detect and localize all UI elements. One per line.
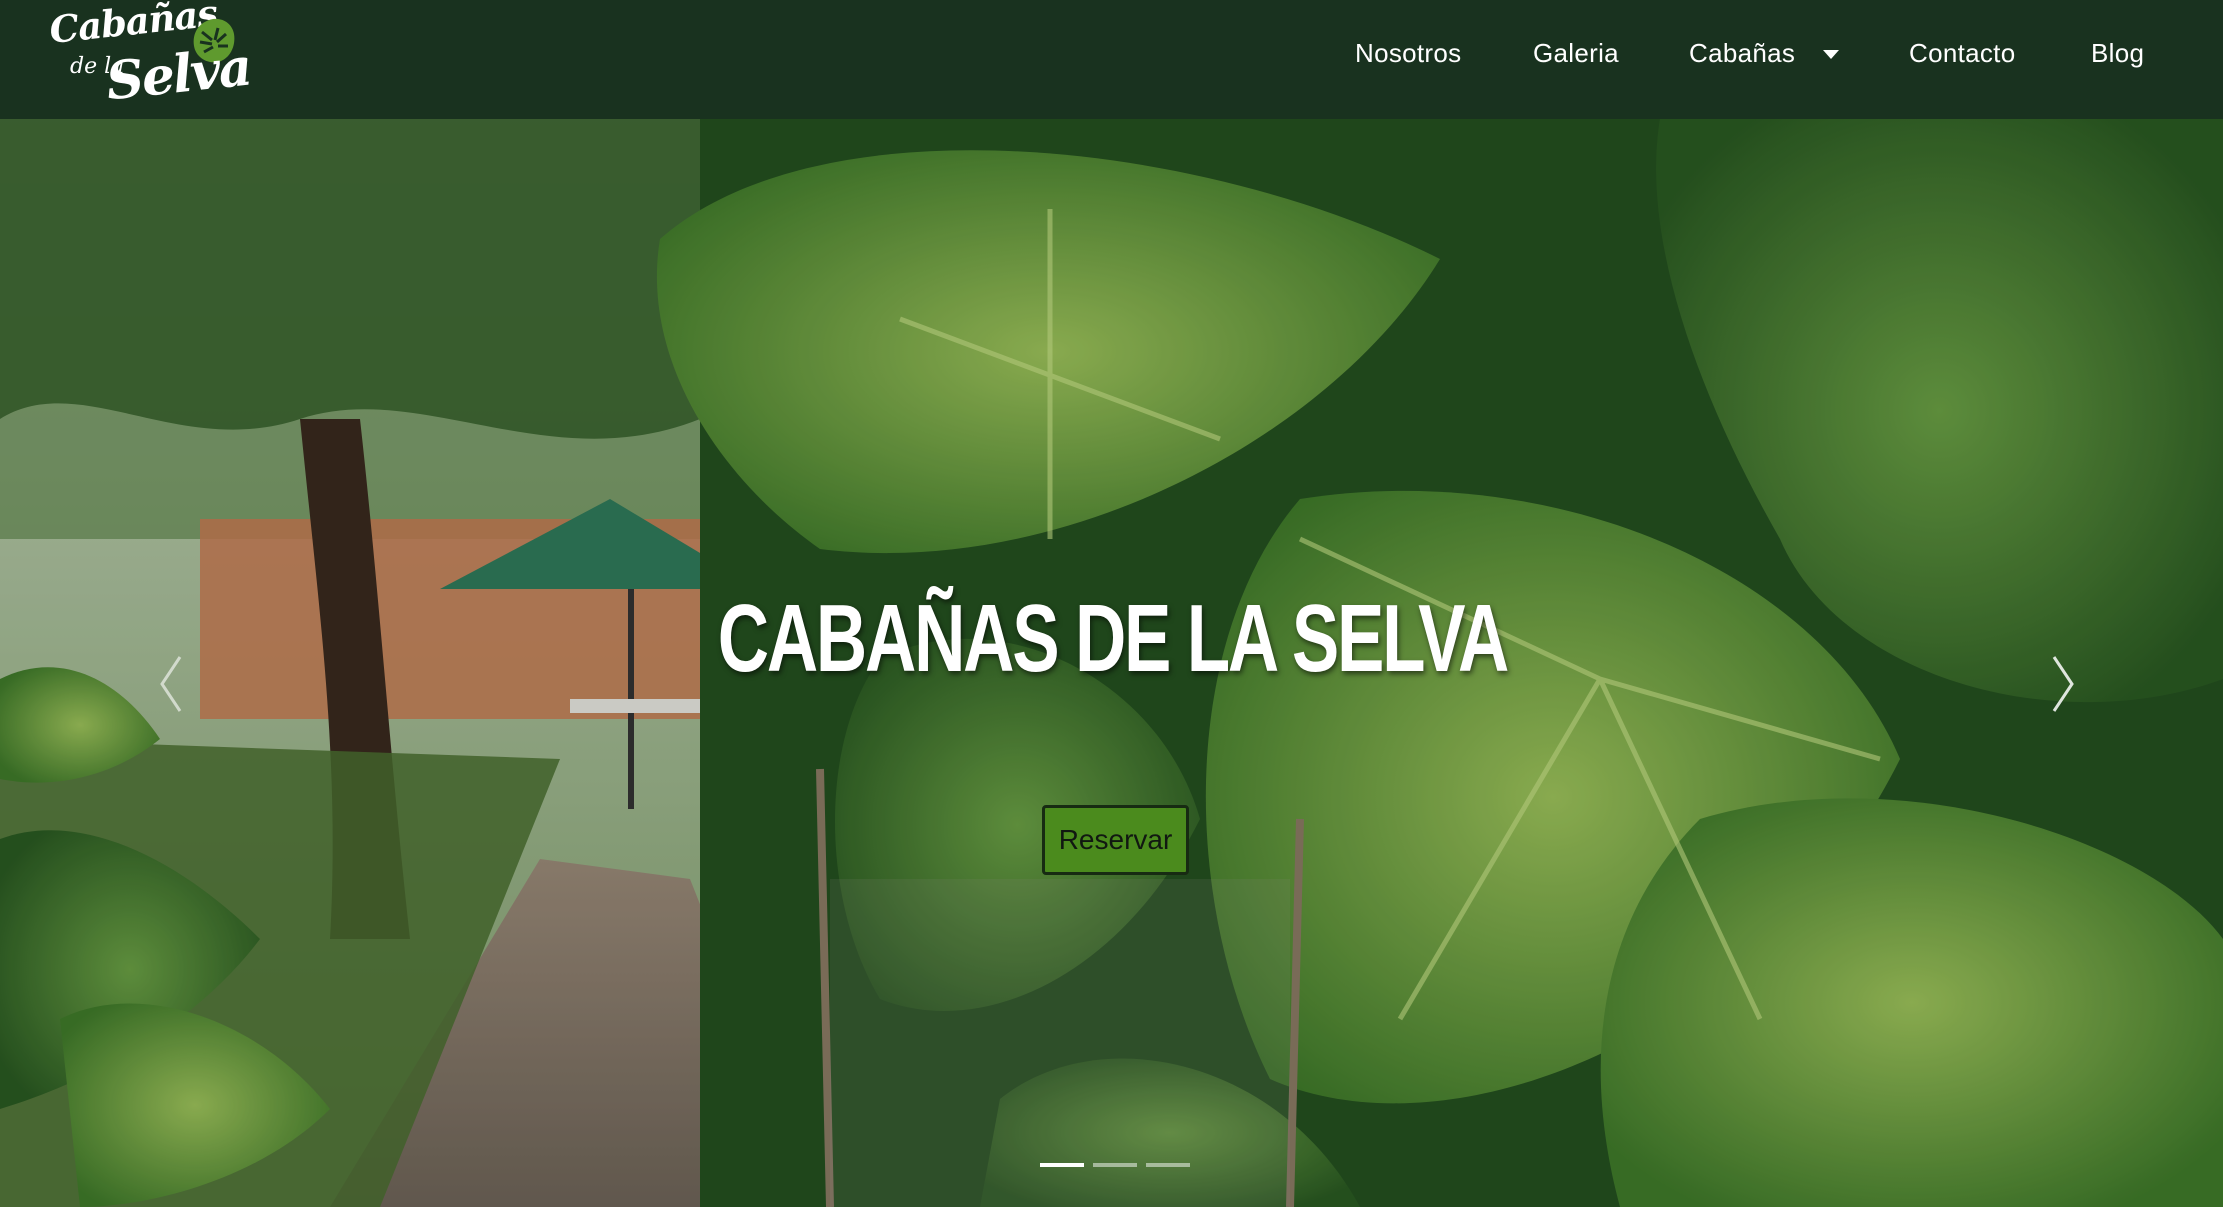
carousel-indicator-3[interactable] [1146, 1163, 1190, 1167]
main-nav: Nosotros Galeria Cabañas Contacto Blog [0, 0, 2223, 119]
carousel-indicator-1[interactable] [1040, 1163, 1084, 1167]
navbar: Cabañas de la Selva Nosotros Galeria Cab… [0, 0, 2223, 119]
nav-item-cabanas[interactable]: Cabañas [1689, 38, 1795, 69]
nav-item-contacto[interactable]: Contacto [1909, 38, 2015, 69]
chevron-right-icon [2052, 656, 2074, 712]
carousel-indicator-2[interactable] [1093, 1163, 1137, 1167]
reservar-button[interactable]: Reservar [1042, 805, 1189, 875]
carousel-prev-button[interactable] [140, 639, 200, 729]
nav-item-nosotros[interactable]: Nosotros [1355, 38, 1461, 69]
carousel-indicators [1040, 1163, 1200, 1173]
carousel-next-button[interactable] [2034, 639, 2094, 729]
hero-carousel: CABAÑAS DE LA SELVA Reservar [0, 119, 2223, 1207]
hero-title: CABAÑAS DE LA SELVA [717, 585, 1509, 692]
chevron-left-icon [160, 656, 182, 712]
chevron-down-icon[interactable] [1823, 50, 1839, 59]
nav-item-blog[interactable]: Blog [2091, 38, 2144, 69]
nav-item-galeria[interactable]: Galeria [1533, 38, 1619, 69]
